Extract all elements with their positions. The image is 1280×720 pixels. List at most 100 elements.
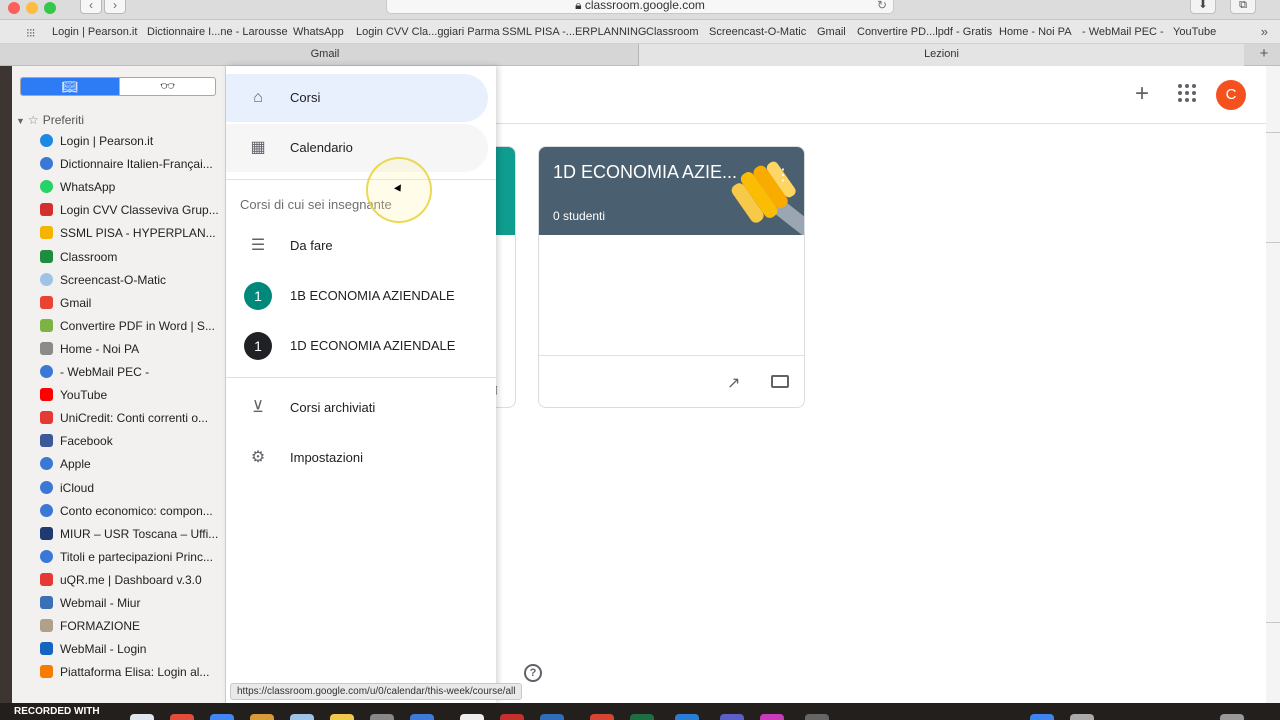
bookmark-item[interactable]: Login CVV Classeviva Grup... [40,203,225,223]
bookmark-item[interactable]: Convertire PDF in Word | S... [40,318,225,339]
dock-app-icon[interactable] [330,714,354,720]
back-button[interactable]: ‹ [80,0,102,14]
more-vert-icon[interactable]: ⋮ [775,165,791,185]
fav-link[interactable]: Dictionnaire I...ne - Larousse [147,26,288,38]
nav-course-1b[interactable]: 1 1B ECONOMIA AZIENDALE [226,272,488,320]
dock-app-icon[interactable] [1070,714,1094,720]
bookmark-item[interactable]: MIUR – USR Toscana – Uffi... [40,526,225,547]
bookmark-item[interactable]: uQR.me | Dashboard v.3.0 [40,572,225,593]
dock-app-icon[interactable] [460,714,484,720]
tab-gmail[interactable]: Gmail [12,44,639,66]
nav-impostazioni[interactable]: ⚙ Impostazioni [226,434,488,482]
nav-corsi-archiviati[interactable]: ⊻ Corsi archiviati [226,384,488,432]
dock-app-icon[interactable] [250,714,274,720]
course-card-1b[interactable]: ▯ [496,146,516,408]
fav-link[interactable]: Login | Pearson.it [52,26,137,38]
tab-lezioni[interactable]: Lezioni [639,44,1244,66]
dock-app-icon[interactable] [590,714,614,720]
nav-corsi[interactable]: ⌂ Corsi [226,74,488,122]
dock-app-icon[interactable] [760,714,784,720]
screencast-icon [40,272,53,286]
fav-link[interactable]: SSML PISA -...ERPLANNING [502,26,646,38]
nav-da-fare[interactable]: ☰ Da fare [226,222,488,270]
bookmark-item[interactable]: Titoli e partecipazioni Princ... [40,549,225,570]
bookmark-item[interactable]: Webmail - Miur [40,596,225,616]
dock-app-icon[interactable] [290,714,314,720]
bookmark-item[interactable]: iCloud [40,480,225,501]
nav-calendario[interactable]: ▦ Calendario [226,124,488,172]
dock-app-icon[interactable] [630,714,654,720]
fav-link[interactable]: Gmail [817,26,846,38]
downloads-icon[interactable]: ⬇ [1190,0,1216,14]
reading-list-glasses-icon[interactable]: 👓︎ [119,78,215,95]
dock-app-icon[interactable] [675,714,699,720]
fav-link[interactable]: Screencast-O-Matic [709,26,806,38]
bookmark-item[interactable]: Gmail [40,295,225,316]
bookmark-item[interactable]: Conto economico: compon... [40,503,225,524]
apps-grid-icon[interactable] [1178,84,1198,104]
account-avatar[interactable]: C [1216,80,1246,110]
bookmark-item[interactable]: WhatsApp [40,180,225,200]
course-title[interactable]: 1D ECONOMIA AZIE... [553,162,743,183]
forward-button[interactable]: › [104,0,126,14]
bookmark-item[interactable]: Facebook [40,434,225,454]
dock-app-icon[interactable] [170,714,194,720]
fav-link[interactable]: Home - Noi PA [999,26,1072,38]
course-1b-badge: 1 [244,282,272,310]
bookmark-item[interactable]: SSML PISA - HYPERPLAN... [40,226,225,246]
address-bar[interactable]: 🔒︎ classroom.google.com ↻ [386,0,894,14]
grid-icon[interactable]: ⁝⁝⁝ [26,26,36,40]
fav-link[interactable]: Convertire PD...lpdf - Gratis [857,26,992,38]
dock-app-icon[interactable] [1030,714,1054,720]
bookmark-item[interactable]: Screencast-O-Matic [40,272,225,293]
help-icon[interactable]: ? [524,664,542,682]
dock-app-icon[interactable] [210,714,234,720]
favorites-header[interactable]: ▼ ☆ Preferiti [16,113,84,127]
course-card-1d[interactable]: 1D ECONOMIA AZIE... ⋮ 0 studenti ↗ [538,146,805,408]
globe-icon [40,480,53,494]
folder-icon[interactable]: ▯ [496,383,498,396]
webmail-login-icon [40,642,53,656]
bookmark-item[interactable]: Piattaforma Elisa: Login al... [40,665,225,685]
dock-app-icon[interactable] [540,714,564,720]
fav-link[interactable]: Classroom [646,26,699,38]
bookmark-item[interactable]: UniCredit: Conti correnti o... [40,411,225,431]
dock-app-icon[interactable] [410,714,434,720]
bookmarks-book-icon[interactable]: 📖︎ [21,78,119,95]
new-tab-button[interactable]: + [1252,45,1276,65]
fav-link[interactable]: WhatsApp [293,26,344,38]
bookmark-item[interactable]: Home - Noi PA [40,341,225,362]
dock-app-icon[interactable] [500,714,524,720]
bookmark-item[interactable]: YouTube [40,388,225,408]
bookmark-item[interactable]: Apple [40,457,225,477]
dock-app-icon[interactable] [805,714,829,720]
close-window-icon[interactable] [8,2,20,14]
bookmark-label: Login | Pearson.it [60,134,154,148]
zoom-window-icon[interactable] [44,2,56,14]
tab-overview-icon[interactable]: ⧉ [1230,0,1256,14]
bookmark-item[interactable]: Classroom [40,249,225,270]
reload-icon[interactable]: ↻ [877,0,887,15]
bookmark-item[interactable]: - WebMail PEC - [40,365,225,385]
bookmark-label: Dictionnaire Italien-Françai... [60,157,213,172]
fav-link[interactable]: - WebMail PEC - [1082,26,1164,38]
bookmark-item[interactable]: WebMail - Login [40,642,225,662]
dock-app-icon[interactable] [130,714,154,720]
dock-app-icon[interactable] [370,714,394,720]
bookmark-item[interactable]: FORMAZIONE [40,619,225,639]
disclosure-triangle-icon[interactable]: ▼ [16,116,25,126]
bookmark-item[interactable]: Login | Pearson.it [40,134,225,154]
dock-trash-icon[interactable] [1220,714,1244,720]
trending-up-icon[interactable]: ↗ [727,373,740,393]
more-favorites-icon[interactable]: » [1261,24,1268,39]
fav-link[interactable]: YouTube [1173,26,1216,38]
fav-link[interactable]: Login CVV Cla...ggiari Parma [356,26,500,38]
bookmark-item[interactable]: Dictionnaire Italien-Françai... [40,157,225,177]
add-course-icon[interactable]: + [1130,82,1154,106]
globe-icon [40,157,53,171]
folder-icon[interactable] [771,375,789,388]
nav-course-1d[interactable]: 1 1D ECONOMIA AZIENDALE [226,322,488,370]
dock-app-icon[interactable] [720,714,744,720]
bookmark-label: UniCredit: Conti correnti o... [60,411,209,426]
minimize-window-icon[interactable] [26,2,38,14]
